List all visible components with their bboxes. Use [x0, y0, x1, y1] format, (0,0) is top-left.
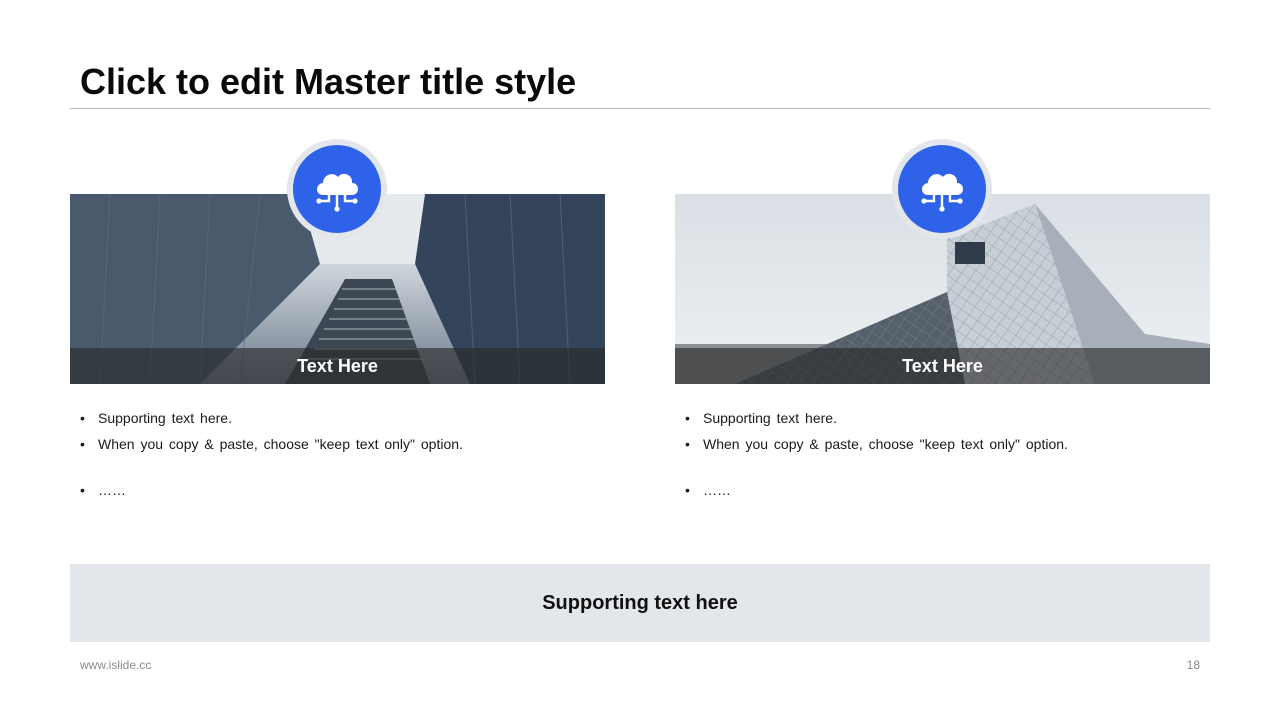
bullet-list-right: • Supporting text here. • When you copy & …	[685, 408, 1205, 506]
bullet-text: Supporting text here.	[703, 410, 837, 426]
list-item: • When you copy & paste, choose "keep tex…	[685, 434, 1205, 454]
bullet-text: ……	[98, 482, 126, 498]
bullet-list-left: • Supporting text here. • When you copy & …	[80, 408, 600, 506]
bullet-text: When you copy & paste, choose "keep text…	[98, 436, 463, 452]
list-item: • When you copy & paste, choose "keep tex…	[80, 434, 600, 454]
cloud-network-icon	[316, 173, 358, 212]
list-item: • Supporting text here.	[685, 408, 1205, 428]
list-item: • ……	[80, 480, 600, 500]
icon-circle-left	[293, 145, 381, 233]
caption-bar-left: Text Here	[70, 348, 605, 384]
bullet-dot: •	[685, 436, 690, 452]
bullet-text: When you copy & paste, choose "keep text…	[703, 436, 1068, 452]
cloud-network-icon	[921, 173, 963, 212]
icon-badge-left	[287, 139, 387, 239]
list-item: • Supporting text here.	[80, 408, 600, 428]
page-number: 18	[1186, 658, 1200, 672]
list-item: • ……	[685, 480, 1205, 500]
bullet-dot: •	[80, 410, 85, 426]
bullet-text: ……	[703, 482, 731, 498]
bullet-text: Supporting text here.	[98, 410, 232, 426]
caption-bar-right: Text Here	[675, 348, 1210, 384]
bullet-dot: •	[80, 482, 85, 498]
bullet-dot: •	[685, 410, 690, 426]
slide-title: Click to edit Master title style	[80, 61, 577, 102]
icon-circle-right	[898, 145, 986, 233]
title-divider	[70, 108, 1210, 109]
bullet-dot: •	[685, 482, 690, 498]
supporting-text-banner: Supporting text here	[70, 564, 1210, 642]
icon-badge-right	[892, 139, 992, 239]
bullet-dot: •	[80, 436, 85, 452]
footer-url: www.islide.cc	[80, 658, 152, 672]
